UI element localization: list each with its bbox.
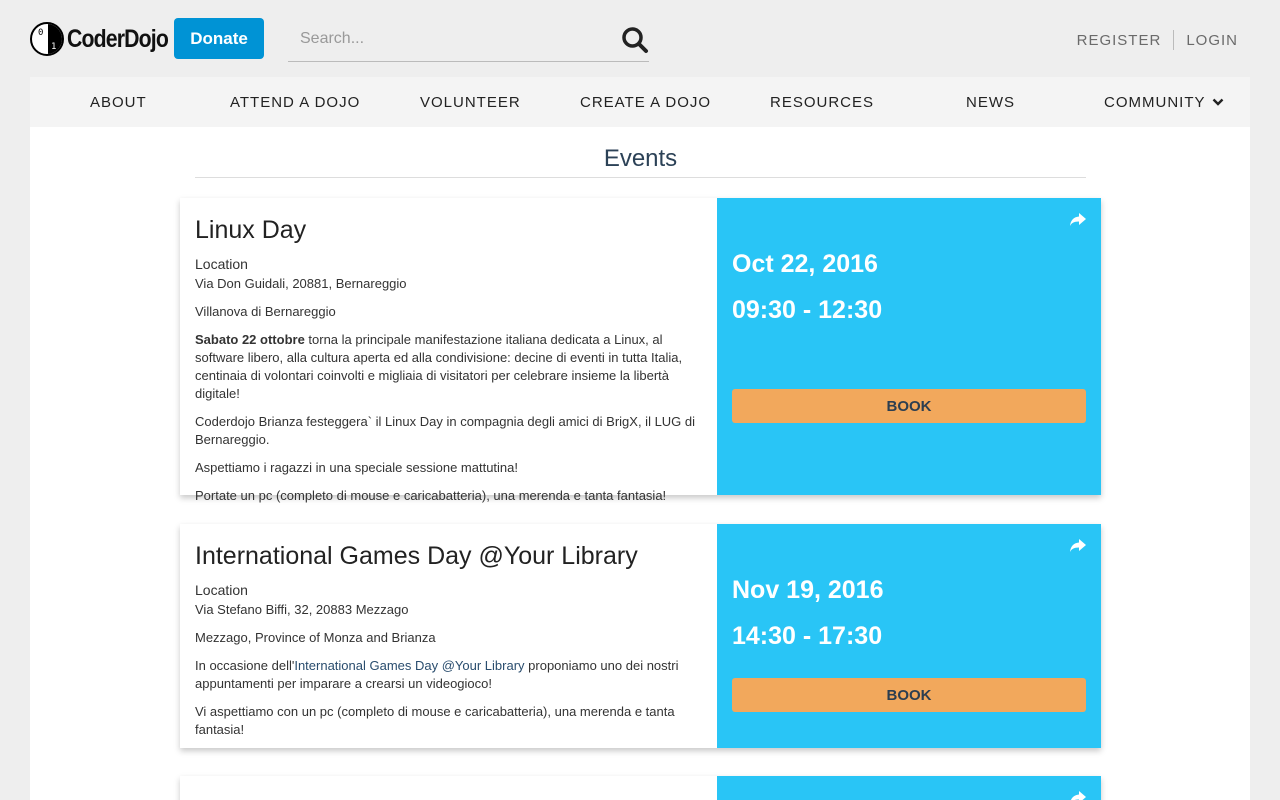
search-bar <box>288 18 649 62</box>
nav-label: ABOUT <box>90 93 147 111</box>
main-nav: ABOUT ATTEND A DOJO VOLUNTEER CREATE A D… <box>30 77 1250 127</box>
login-link[interactable]: LOGIN <box>1186 32 1238 49</box>
event-booking-panel: Nov 19, 2016 14:30 - 17:30 BOOK <box>717 524 1101 748</box>
event-card <box>180 776 1101 800</box>
event-description: Vi aspettiamo con un pc (completo di mou… <box>195 704 675 737</box>
location-label: Location <box>195 256 248 272</box>
event-city: Mezzago, Province of Monza and Brianza <box>195 630 436 645</box>
share-icon[interactable] <box>1069 790 1087 800</box>
chevron-down-icon <box>1212 98 1223 106</box>
event-description: Portate un pc (completo di mouse e caric… <box>195 488 667 503</box>
event-description: Aspettiamo i ragazzi in una speciale ses… <box>195 460 519 475</box>
donate-button[interactable]: Donate <box>174 18 264 59</box>
nav-item-resources[interactable]: RESOURCES <box>770 77 874 127</box>
nav-item-about[interactable]: ABOUT <box>90 77 147 127</box>
nav-item-create-a-dojo[interactable]: CREATE A DOJO <box>580 77 711 127</box>
event-details <box>180 776 717 800</box>
main-content: Events Linux Day Location Via Don Guidal… <box>30 127 1250 800</box>
event-title: Linux Day <box>195 216 307 244</box>
event-city: Villanova di Bernareggio <box>195 304 336 319</box>
nav-label: RESOURCES <box>770 93 875 111</box>
nav-label: CREATE A DOJO <box>580 93 712 111</box>
search-icon[interactable] <box>621 26 649 54</box>
nav-item-attend-a-dojo[interactable]: ATTEND A DOJO <box>230 77 360 127</box>
event-time: 14:30 - 17:30 <box>732 622 883 650</box>
event-details: Linux Day Location Via Don Guidali, 2088… <box>180 198 717 503</box>
event-booking-panel: Oct 22, 2016 09:30 - 12:30 BOOK <box>717 198 1101 495</box>
games-day-link[interactable]: International Games Day @Your Library <box>294 658 524 673</box>
event-details: International Games Day @Your Library Lo… <box>180 524 717 748</box>
description-text: In occasione dell' <box>195 658 295 673</box>
share-icon[interactable] <box>1069 538 1087 554</box>
event-card: Linux Day Location Via Don Guidali, 2088… <box>180 198 1101 503</box>
coderdojo-logo[interactable]: 0 1 CoderDojo <box>30 21 186 57</box>
event-title: International Games Day @Your Library <box>195 542 638 570</box>
nav-label: COMMUNITY <box>1104 93 1206 111</box>
nav-label: ATTEND A DOJO <box>230 93 361 111</box>
nav-label: VOLUNTEER <box>420 93 521 111</box>
book-button[interactable]: BOOK <box>732 678 1086 712</box>
nav-label: NEWS <box>966 93 1015 111</box>
event-card: International Games Day @Your Library Lo… <box>180 524 1101 748</box>
event-description: Sabato 22 ottobre torna la principale ma… <box>195 331 702 403</box>
nav-item-volunteer[interactable]: VOLUNTEER <box>420 77 521 127</box>
event-address: Via Don Guidali, 20881, Bernareggio <box>195 276 407 291</box>
event-description: In occasione dell'International Games Da… <box>195 657 702 693</box>
logo-text: CoderDojo <box>67 24 169 53</box>
divider <box>1173 30 1175 50</box>
search-input[interactable] <box>288 18 608 60</box>
event-description: Coderdojo Brianza festeggera` il Linux D… <box>195 414 696 447</box>
page-title: Events <box>195 145 1086 178</box>
share-icon[interactable] <box>1069 212 1087 228</box>
location-label: Location <box>195 582 248 598</box>
logo-icon: 0 1 <box>30 22 64 56</box>
event-booking-panel <box>717 776 1101 800</box>
event-time: 09:30 - 12:30 <box>732 296 883 324</box>
auth-links: REGISTER LOGIN <box>1077 30 1238 50</box>
event-address: Via Stefano Biffi, 32, 20883 Mezzago <box>195 602 409 617</box>
top-bar: 0 1 CoderDojo Donate REGISTER LOGIN <box>0 0 1280 77</box>
nav-item-community[interactable]: COMMUNITY <box>1104 77 1224 127</box>
event-date: Oct 22, 2016 <box>732 250 878 278</box>
book-button[interactable]: BOOK <box>732 389 1086 423</box>
nav-item-news[interactable]: NEWS <box>966 77 1015 127</box>
highlight-date: Sabato 22 ottobre <box>195 332 305 347</box>
event-date: Nov 19, 2016 <box>732 576 884 604</box>
register-link[interactable]: REGISTER <box>1077 32 1162 49</box>
